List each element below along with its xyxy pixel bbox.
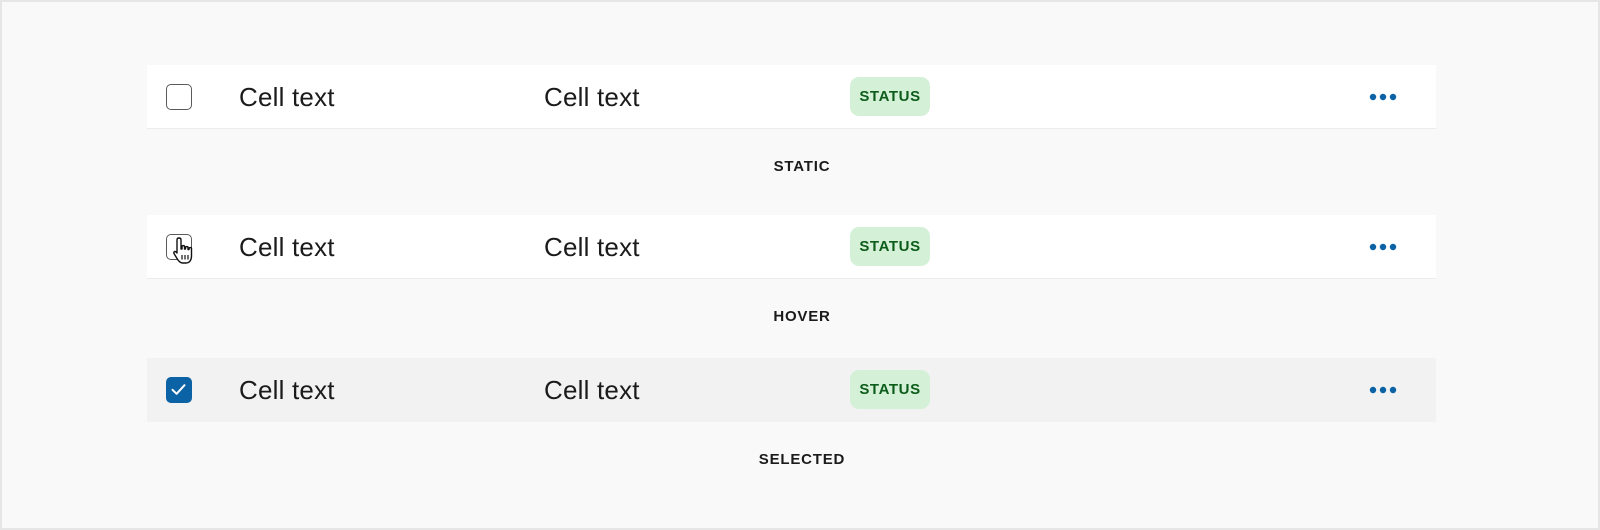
cell-text-2: Cell text — [544, 232, 640, 262]
table-row-selected[interactable]: Cell text Cell text STATUS — [147, 358, 1436, 422]
state-label-hover: HOVER — [773, 308, 831, 325]
table-row-states-canvas: Cell text Cell text STATUS STATIC Cell t… — [0, 0, 1600, 530]
more-options-button[interactable] — [1367, 235, 1399, 259]
row-checkbox-hover[interactable] — [166, 234, 193, 264]
more-horizontal-icon[interactable] — [1369, 386, 1397, 394]
more-horizontal-icon[interactable] — [1369, 243, 1397, 251]
cell-text-2: Cell text — [544, 82, 640, 112]
status-badge: STATUS — [850, 370, 930, 409]
cell-text-1: Cell text — [239, 82, 335, 112]
status-badge: STATUS — [850, 227, 930, 266]
more-horizontal-icon[interactable] — [1369, 93, 1397, 101]
table-row-hover[interactable]: Cell text Cell text STATUS — [147, 215, 1436, 279]
hand-pointer-cursor-icon — [173, 237, 193, 264]
cell-text-1: Cell text — [239, 232, 335, 262]
more-options-button[interactable] — [1367, 85, 1399, 109]
state-label-selected: SELECTED — [758, 451, 846, 468]
checkbox-empty-icon[interactable] — [166, 84, 192, 110]
checkmark-icon — [171, 384, 186, 395]
row-checkbox-selected[interactable] — [166, 377, 192, 403]
cell-text-2: Cell text — [544, 375, 640, 405]
checkbox-checked-icon[interactable] — [166, 377, 192, 403]
state-label-static: STATIC — [773, 158, 831, 175]
table-row-static[interactable]: Cell text Cell text STATUS — [147, 65, 1436, 129]
cell-text-1: Cell text — [239, 375, 335, 405]
more-options-button[interactable] — [1367, 378, 1399, 402]
row-checkbox-static[interactable] — [166, 84, 192, 110]
status-badge: STATUS — [850, 77, 930, 116]
